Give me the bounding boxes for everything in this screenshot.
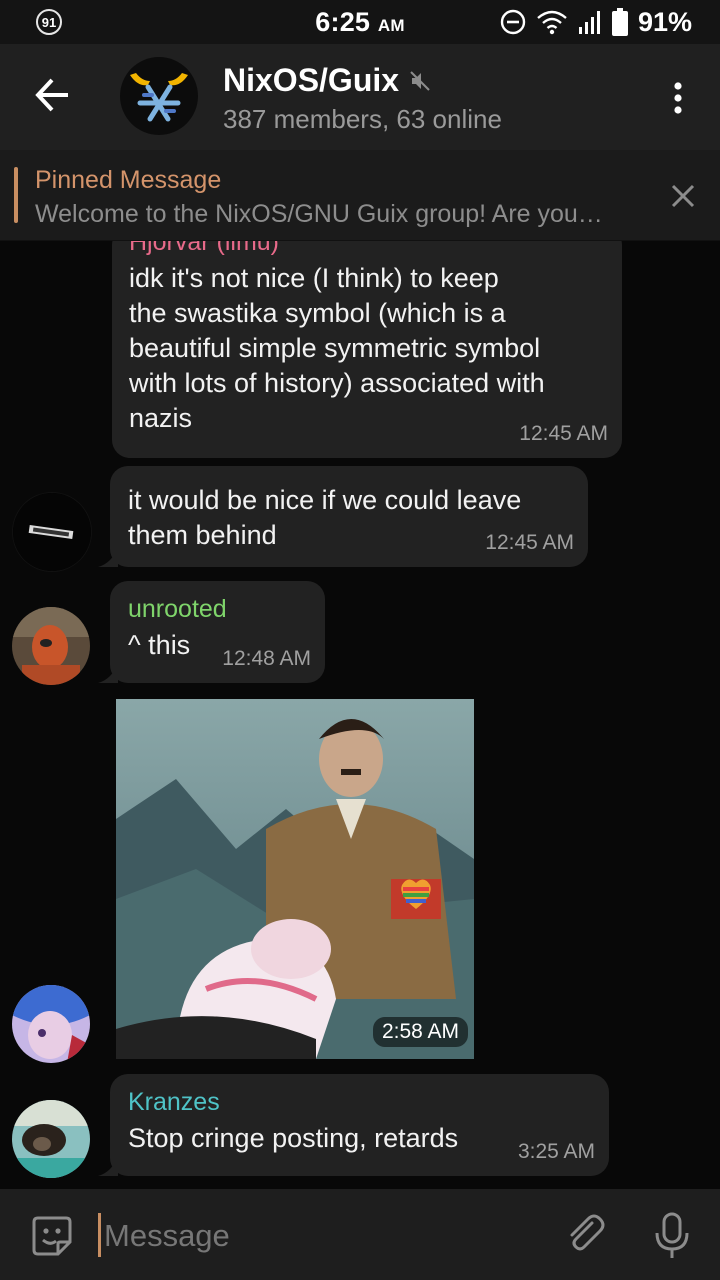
sender-name[interactable]: unrooted [128, 595, 311, 624]
message-bubble[interactable]: unrooted ^ this 12:48 AM [110, 581, 325, 683]
user-avatar-image [13, 493, 91, 571]
clock-suffix: AM [377, 16, 405, 35]
clock-time: 6:25 [315, 7, 371, 37]
message-input[interactable] [102, 1209, 546, 1263]
message-composer [0, 1189, 720, 1280]
chat-header: NixOS/Guix 387 members, 63 online [0, 44, 720, 150]
message-time: 3:25 AM [517, 1140, 595, 1163]
paperclip-icon[interactable] [562, 1211, 608, 1257]
user-avatar-image [12, 1100, 90, 1178]
message-bubble[interactable]: Hjorvar (ilmu) idk it's not nice (I thin… [112, 241, 622, 458]
message-line: it would be nice if we could leave [128, 485, 522, 515]
message-bubble[interactable]: Kranzes Stop cringe posting, retards 3:2… [110, 1074, 609, 1176]
chat-title[interactable]: NixOS/Guix [223, 62, 431, 99]
pinned-label: Pinned Message [35, 166, 222, 194]
message-bubble[interactable]: it would be nice if we could leave them … [110, 466, 588, 567]
message-time: 12:45 AM [519, 422, 608, 445]
more-options-icon[interactable] [666, 80, 690, 116]
pinned-accent-bar [14, 167, 18, 223]
status-icons: 91% [500, 6, 692, 38]
message-list[interactable]: Hjorvar (ilmu) idk it's not nice (I thin… [0, 241, 720, 1189]
message-line: idk it's not nice (I think) to keep [129, 263, 499, 293]
pinned-text: Welcome to the NixOS/GNU Guix group! Are… [35, 200, 603, 228]
microphone-icon[interactable] [652, 1211, 692, 1261]
user-avatar-image [12, 607, 90, 685]
do-not-disturb-icon [500, 9, 526, 35]
text-cursor [98, 1213, 101, 1257]
bubble-tail [98, 663, 118, 683]
avatar[interactable] [12, 985, 90, 1063]
battery-icon [611, 8, 628, 36]
emoji-icon[interactable] [30, 1214, 74, 1258]
message-line: with lots of history) associated with [129, 368, 545, 398]
message-line: the swastika symbol (which is a [129, 298, 506, 328]
message-time: 12:45 AM [485, 531, 574, 554]
message-time: 2:58 AM [372, 1017, 468, 1047]
bubble-tail [98, 547, 118, 567]
signal-icon [578, 11, 600, 34]
battery-percent: 91% [637, 6, 692, 37]
user-avatar-image [12, 985, 90, 1063]
pinned-message-bar[interactable]: Pinned Message Welcome to the NixOS/GNU … [0, 150, 720, 241]
status-bar: 91 6:25 AM 91% [0, 0, 720, 44]
chat-subtitle: 387 members, 63 online [223, 104, 502, 134]
avatar[interactable] [12, 607, 90, 685]
nix-snowflake-logo-icon [130, 73, 188, 122]
chat-title-text: NixOS/Guix [223, 62, 400, 98]
photo-message[interactable]: 2:58 AM [116, 699, 474, 1059]
photo-image [116, 699, 474, 1059]
message-time: 12:48 AM [222, 647, 311, 670]
sender-name[interactable]: Hjorvar (ilmu) [129, 241, 606, 257]
bubble-tail [98, 1156, 118, 1176]
group-avatar[interactable] [120, 57, 198, 135]
wifi-icon [537, 10, 567, 35]
sender-name[interactable]: Kranzes [128, 1088, 595, 1117]
muted-speaker-icon [410, 70, 430, 91]
back-arrow-icon[interactable] [30, 72, 76, 118]
close-icon[interactable] [670, 183, 696, 209]
avatar[interactable] [12, 492, 92, 572]
avatar[interactable] [12, 1100, 90, 1178]
message-line: beautiful simple symmetric symbol [129, 333, 541, 363]
message-text: idk it's not nice (I think) to keep the … [129, 261, 606, 436]
